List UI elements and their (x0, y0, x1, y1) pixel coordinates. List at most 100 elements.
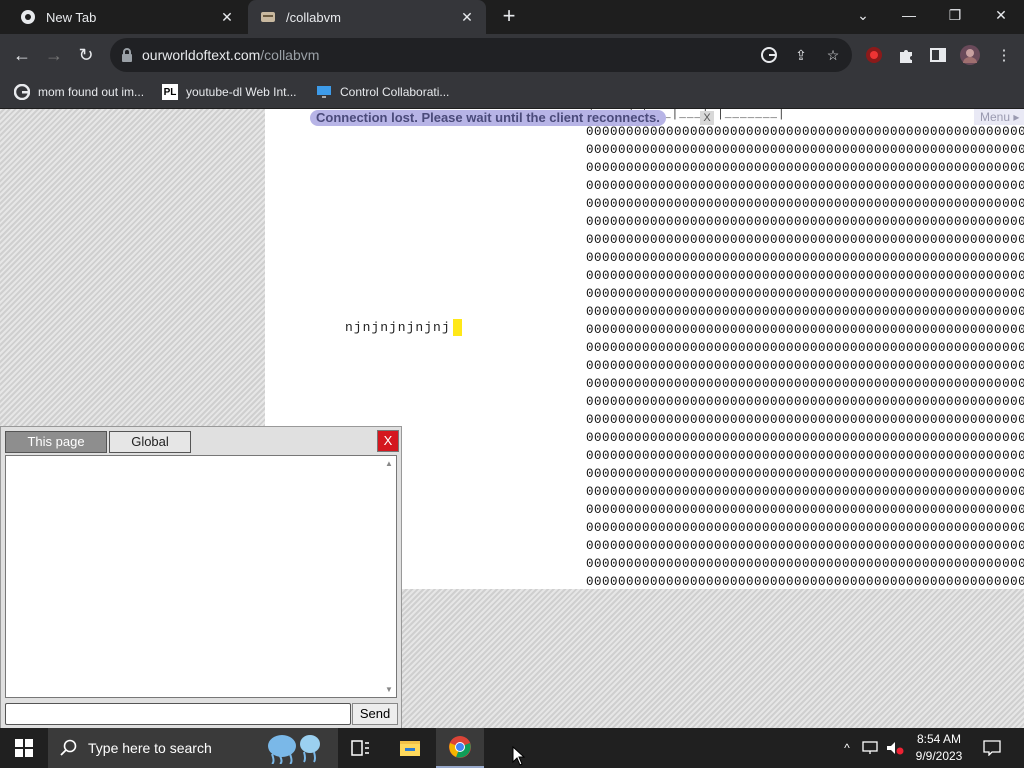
zeros-row: 0000000000000000000000000000000000000000… (586, 341, 1024, 355)
tab-new-tab[interactable]: New Tab ✕ (0, 0, 246, 34)
connection-banner: Connection lost. Please wait until the c… (310, 110, 666, 126)
more-menu-icon[interactable]: ⋮ (993, 44, 1015, 66)
restore-icon[interactable]: ❐ (932, 0, 978, 30)
clock-time: 8:54 AM (916, 732, 962, 746)
side-panel-icon[interactable] (927, 44, 949, 66)
windows-start-icon[interactable] (0, 728, 48, 768)
text-cursor (452, 319, 462, 336)
url-path: /collabvm (260, 47, 320, 63)
task-view-icon[interactable] (336, 728, 384, 768)
zeros-row: 0000000000000000000000000000000000000000… (586, 431, 1024, 445)
show-hidden-icons[interactable]: ^ (838, 728, 856, 768)
zeros-row: 0000000000000000000000000000000000000000… (586, 395, 1024, 409)
zeros-row: 0000000000000000000000000000000000000000… (586, 233, 1024, 247)
minimize-icon[interactable]: — (886, 0, 932, 30)
monitor-icon (316, 84, 332, 100)
chat-send-button[interactable]: Send (352, 703, 398, 725)
zeros-row: 0000000000000000000000000000000000000000… (586, 521, 1024, 535)
lock-icon (120, 47, 134, 63)
zeros-row: 0000000000000000000000000000000000000000… (586, 251, 1024, 265)
menu-label: Menu (980, 110, 1011, 124)
zeros-row: 0000000000000000000000000000000000000000… (586, 323, 1024, 337)
scroll-up-icon[interactable]: ▲ (384, 460, 394, 468)
bookmark-item[interactable]: PL youtube-dl Web Int... (162, 82, 297, 102)
zeros-row: 0000000000000000000000000000000000000000… (586, 197, 1024, 211)
volume-muted-icon[interactable] (884, 728, 906, 768)
zeros-row: 0000000000000000000000000000000000000000… (586, 143, 1024, 157)
zeros-row: 0000000000000000000000000000000000000000… (586, 485, 1024, 499)
bookmark-item[interactable]: mom found out im... (14, 82, 144, 102)
tab-title: New Tab (46, 9, 97, 25)
notifications-icon[interactable] (980, 728, 1004, 768)
bookmark-star-icon[interactable]: ☆ (824, 46, 842, 64)
bookmark-label: mom found out im... (38, 85, 145, 99)
chat-tab-this-page[interactable]: This page (5, 431, 107, 453)
clock-date: 9/9/2023 (915, 749, 963, 763)
chat-tab-global[interactable]: Global (109, 431, 191, 453)
zeros-row: 0000000000000000000000000000000000000000… (586, 539, 1024, 553)
search-icon (60, 739, 78, 757)
chrome-taskbar-icon[interactable] (436, 728, 484, 768)
profile-avatar[interactable] (959, 44, 981, 66)
google-icon (14, 84, 30, 100)
chat-input[interactable] (5, 703, 351, 725)
file-explorer-icon[interactable] (386, 728, 434, 768)
chat-log: ▲ ▼ (5, 455, 397, 698)
zeros-row: 0000000000000000000000000000000000000000… (586, 161, 1024, 175)
address-bar[interactable]: ourworldoftext.com/collabvm ⇪ ☆ (110, 38, 852, 72)
bookmark-item[interactable]: Control Collaborati... (316, 82, 449, 102)
bookmark-label: youtube-dl Web Int... (186, 85, 297, 99)
extensions-puzzle-icon[interactable] (895, 44, 917, 66)
yt-dl-icon: PL (162, 84, 178, 100)
share-icon[interactable]: ⇪ (792, 46, 810, 64)
taskbar-clock[interactable]: 8:54 AM 9/9/2023 (906, 731, 972, 765)
search-placeholder: Type here to search (88, 740, 212, 756)
network-icon[interactable] (860, 728, 882, 768)
tab-search-icon[interactable]: ⌄ (840, 0, 886, 30)
search-highlight-jellyfish-icon (260, 732, 334, 765)
zeros-row: 0000000000000000000000000000000000000000… (586, 359, 1024, 373)
tab-collabvm[interactable]: /collabvm ✕ (248, 0, 486, 34)
zeros-row: 0000000000000000000000000000000000000000… (586, 413, 1024, 427)
tab-strip: New Tab ✕ /collabvm ✕ + ⌄ — ❐ ✕ (0, 0, 1024, 34)
bookmark-label: Control Collaborati... (340, 85, 450, 99)
typed-text-content: njnjnjnjnjnj (345, 319, 451, 335)
zeros-row: 0000000000000000000000000000000000000000… (586, 179, 1024, 193)
zeros-row: 0000000000000000000000000000000000000000… (586, 467, 1024, 481)
zeros-row: 0000000000000000000000000000000000000000… (586, 287, 1024, 301)
chrome-icon (20, 9, 36, 25)
forward-icon[interactable]: → (41, 42, 67, 68)
extension-red-icon[interactable] (863, 44, 885, 66)
page-canvas[interactable]: |____/ |___|___| |_______| 0000000000000… (0, 109, 1024, 728)
zeros-row: 0000000000000000000000000000000000000000… (586, 377, 1024, 391)
bookmarks-bar: mom found out im... PL youtube-dl Web In… (0, 76, 1024, 109)
taskbar-search-box[interactable]: Type here to search (48, 728, 338, 768)
browser-toolbar: ← → ↻ ourworldoftext.com/collabvm ⇪ ☆ ⋮ (0, 34, 1024, 76)
google-lens-icon[interactable] (760, 46, 778, 64)
zeros-row: 0000000000000000000000000000000000000000… (586, 557, 1024, 571)
reload-icon[interactable]: ↻ (73, 42, 99, 68)
typed-text: njnjnjnjnjnj (345, 319, 462, 336)
zeros-row: 0000000000000000000000000000000000000000… (586, 503, 1024, 517)
back-icon[interactable]: ← (9, 42, 35, 68)
new-tab-button[interactable]: + (497, 5, 521, 28)
mouse-cursor-icon (512, 746, 526, 766)
scroll-down-icon[interactable]: ▼ (384, 686, 394, 694)
ourworldoftext-icon (260, 9, 276, 25)
close-window-icon[interactable]: ✕ (978, 0, 1024, 30)
zeros-row: 0000000000000000000000000000000000000000… (586, 215, 1024, 229)
url-domain: ourworldoftext.com (142, 47, 261, 63)
close-tab-icon[interactable]: ✕ (216, 6, 238, 28)
zeros-row: 0000000000000000000000000000000000000000… (586, 305, 1024, 319)
close-tab-icon[interactable]: ✕ (456, 6, 478, 28)
menu-button[interactable]: Menu ▸ (974, 109, 1024, 125)
chat-panel: This page Global X ▲ ▼ Send (0, 426, 402, 728)
zeros-row: 0000000000000000000000000000000000000000… (586, 575, 1024, 589)
url-text: ourworldoftext.com/collabvm (142, 47, 319, 63)
chat-scrollbar[interactable]: ▲ ▼ (384, 458, 394, 694)
zeros-row: 0000000000000000000000000000000000000000… (586, 449, 1024, 463)
chat-close-button[interactable]: X (377, 430, 399, 452)
zeros-block: 0000000000000000000000000000000000000000… (586, 123, 1024, 589)
banner-close-button[interactable]: X (700, 111, 714, 125)
tab-title: /collabvm (286, 9, 341, 25)
